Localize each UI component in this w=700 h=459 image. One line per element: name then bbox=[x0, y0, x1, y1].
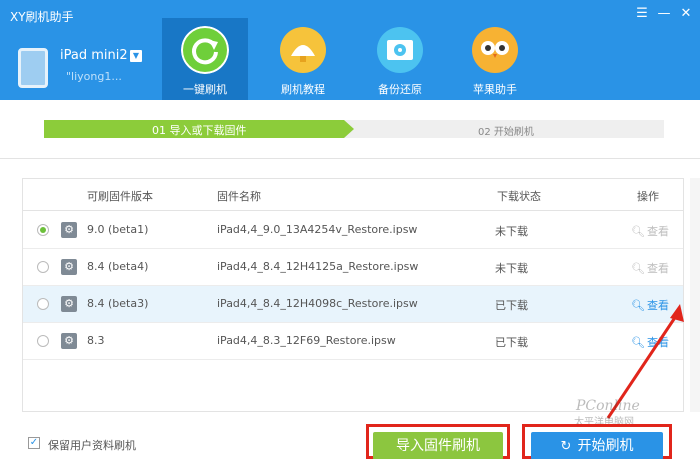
nav-flash-tutorial[interactable]: 刷机教程 bbox=[260, 18, 346, 100]
firmware-file: iPad4,4_8.4_12H4098c_Restore.ipsw bbox=[217, 297, 418, 310]
watermark-logo: PConline bbox=[576, 398, 640, 414]
header: XY刷机助手 ☰ — ✕ iPad mini2 ▼ "liyong1... 一键… bbox=[0, 0, 700, 100]
step-progress: 01 导入或下载固件 02 开始刷机 bbox=[44, 120, 664, 138]
import-firmware-button[interactable]: 导入固件刷机 bbox=[373, 432, 503, 459]
firmware-file: iPad4,4_8.4_12H4125a_Restore.ipsw bbox=[217, 260, 419, 273]
gear-icon: ⚙ bbox=[61, 333, 77, 349]
lamp-icon bbox=[280, 27, 326, 73]
nav-label: 刷机教程 bbox=[281, 83, 325, 96]
import-firmware-button-highlight: 导入固件刷机 bbox=[366, 424, 510, 459]
start-flash-label: 开始刷机 bbox=[577, 438, 634, 454]
keep-data-label: 保留用户资料刷机 bbox=[48, 439, 136, 452]
ipad-icon bbox=[18, 48, 48, 88]
device-user: "liyong1... bbox=[66, 70, 122, 83]
table-row[interactable]: ⚙ 8.4 (beta4) iPad4,4_8.4_12H4125a_Resto… bbox=[23, 249, 683, 286]
column-header-status: 下载状态 bbox=[497, 190, 541, 203]
view-label: 查看 bbox=[646, 225, 669, 238]
app-title: XY刷机助手 bbox=[10, 10, 74, 24]
download-status: 已下载 bbox=[495, 299, 528, 312]
step-arrow bbox=[344, 120, 354, 138]
column-header-name: 固件名称 bbox=[217, 190, 261, 203]
search-icon: 🔍︎ bbox=[631, 262, 645, 275]
firmware-version: 8.4 (beta4) bbox=[87, 260, 149, 273]
nav-label: 苹果助手 bbox=[473, 83, 517, 96]
nav-label: 一键刷机 bbox=[183, 83, 227, 96]
firmware-file: iPad4,4_9.0_13A4254v_Restore.ipsw bbox=[217, 223, 418, 236]
column-header-action: 操作 bbox=[637, 190, 659, 203]
keep-data-checkbox[interactable]: ✓ bbox=[28, 437, 40, 449]
refresh-icon: ↻ bbox=[560, 439, 572, 454]
column-header-version: 可刷固件版本 bbox=[87, 190, 153, 203]
device-dropdown-icon[interactable]: ▼ bbox=[130, 50, 142, 62]
gear-icon: ⚙ bbox=[61, 222, 77, 238]
minimize-icon[interactable]: — bbox=[656, 6, 672, 21]
view-button[interactable]: 🔍︎查看 bbox=[631, 223, 669, 239]
gear-icon: ⚙ bbox=[61, 259, 77, 275]
close-icon[interactable]: ✕ bbox=[678, 6, 694, 21]
row-radio[interactable] bbox=[37, 261, 49, 273]
device-name: iPad mini2 bbox=[60, 48, 128, 63]
nav-backup-restore[interactable]: 备份还原 bbox=[357, 18, 443, 100]
firmware-version: 9.0 (beta1) bbox=[87, 223, 149, 236]
start-flash-button[interactable]: ↻ 开始刷机 bbox=[531, 432, 663, 459]
nav-apple-assistant[interactable]: 苹果助手 bbox=[452, 18, 538, 100]
firmware-version: 8.4 (beta3) bbox=[87, 297, 149, 310]
owl-icon bbox=[472, 27, 518, 73]
device-info: iPad mini2 ▼ "liyong1... bbox=[14, 40, 164, 90]
start-flash-button-highlight: ↻ 开始刷机 bbox=[522, 424, 672, 459]
firmware-file: iPad4,4_8.3_12F69_Restore.ipsw bbox=[217, 334, 396, 347]
row-radio[interactable] bbox=[37, 335, 49, 347]
nav-one-click-flash[interactable]: 一键刷机 bbox=[162, 18, 248, 100]
step-2-label: 02 开始刷机 bbox=[478, 127, 534, 138]
menu-icon[interactable]: ☰ bbox=[634, 6, 650, 21]
step-1-label: 01 导入或下载固件 bbox=[152, 124, 247, 137]
nav-label: 备份还原 bbox=[378, 83, 422, 96]
refresh-icon bbox=[181, 26, 229, 74]
table-row[interactable]: ⚙ 9.0 (beta1) iPad4,4_9.0_13A4254v_Resto… bbox=[23, 212, 683, 249]
search-icon: 🔍︎ bbox=[631, 225, 645, 238]
download-status: 未下载 bbox=[495, 262, 528, 275]
row-radio[interactable] bbox=[37, 298, 49, 310]
firmware-version: 8.3 bbox=[87, 334, 105, 347]
divider bbox=[0, 158, 700, 159]
disc-icon bbox=[377, 27, 423, 73]
row-radio[interactable] bbox=[37, 224, 49, 236]
download-status: 未下载 bbox=[495, 225, 528, 238]
view-label: 查看 bbox=[646, 262, 669, 275]
table-header: 可刷固件版本 固件名称 下载状态 操作 bbox=[23, 179, 683, 211]
view-button[interactable]: 🔍︎查看 bbox=[631, 260, 669, 276]
download-status: 已下载 bbox=[495, 336, 528, 349]
gear-icon: ⚙ bbox=[61, 296, 77, 312]
